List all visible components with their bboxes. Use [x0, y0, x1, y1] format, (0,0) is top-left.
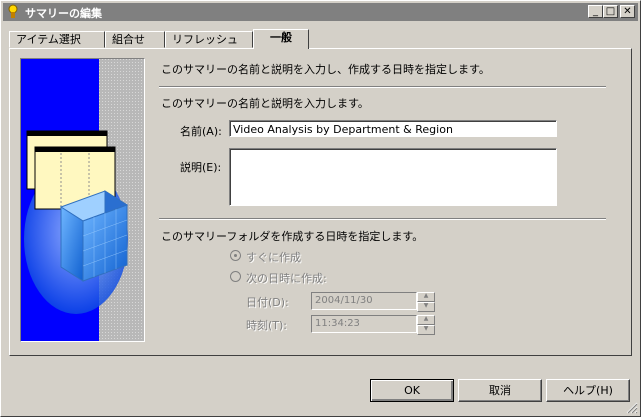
resize-grip-icon[interactable] [626, 402, 638, 414]
description-label: 説明(E): [180, 161, 222, 174]
edit-summary-dialog: サマリーの編集 _ □ ✕ アイテム選択 組合せ リフレッシュ 一般 このサマリ… [0, 0, 641, 417]
ok-button[interactable]: OK [370, 379, 454, 402]
spin-down-icon[interactable]: ▼ [417, 325, 435, 335]
tab-general[interactable]: 一般 [253, 29, 309, 49]
date-spinner[interactable]: ▲ ▼ [417, 292, 435, 312]
title-bar[interactable]: サマリーの編集 _ □ ✕ [3, 3, 638, 21]
schedule-heading: このサマリーフォルダを作成する日時を指定します。 [161, 230, 424, 243]
tab-refresh[interactable]: リフレッシュ [165, 31, 253, 48]
create-later-label: 次の日時に作成: [246, 272, 327, 285]
spin-up-icon[interactable]: ▲ [417, 315, 435, 325]
separator-middle [159, 218, 606, 220]
date-field[interactable]: 2004/11/30 [311, 292, 417, 310]
name-section-heading: このサマリーの名前と説明を入力します。 [161, 97, 369, 110]
create-now-label: すぐに作成 [246, 251, 301, 264]
spin-down-icon[interactable]: ▼ [417, 302, 435, 312]
description-field[interactable] [229, 148, 557, 206]
time-field[interactable]: 11:34:23 [311, 315, 417, 333]
date-label: 日付(D): [246, 296, 289, 309]
spin-up-icon[interactable]: ▲ [417, 292, 435, 302]
summary-illustration [20, 58, 145, 342]
minimize-button[interactable]: _ [588, 5, 603, 18]
summary-wizard-icon [8, 4, 18, 18]
window-title: サマリーの編集 [25, 7, 102, 20]
close-button[interactable]: ✕ [620, 5, 635, 18]
name-label: 名前(A): [180, 125, 222, 138]
intro-text: このサマリーの名前と説明を入力し、作成する日時を指定します。 [161, 63, 490, 76]
tab-item-selection[interactable]: アイテム選択 [9, 31, 105, 48]
maximize-button[interactable]: □ [603, 5, 618, 18]
time-label: 時刻(T): [246, 319, 288, 332]
general-tab-panel: このサマリーの名前と説明を入力し、作成する日時を指定します。 このサマリーの名前… [9, 48, 632, 356]
cancel-button[interactable]: 取消 [458, 379, 542, 402]
name-field[interactable]: Video Analysis by Department & Region [229, 120, 557, 137]
time-spinner[interactable]: ▲ ▼ [417, 315, 435, 335]
help-button[interactable]: ヘルプ(H) [546, 379, 630, 402]
create-now-radio[interactable] [230, 250, 241, 261]
tab-combination[interactable]: 組合せ [105, 31, 165, 48]
separator-top [159, 86, 606, 88]
create-later-radio[interactable] [230, 271, 241, 282]
